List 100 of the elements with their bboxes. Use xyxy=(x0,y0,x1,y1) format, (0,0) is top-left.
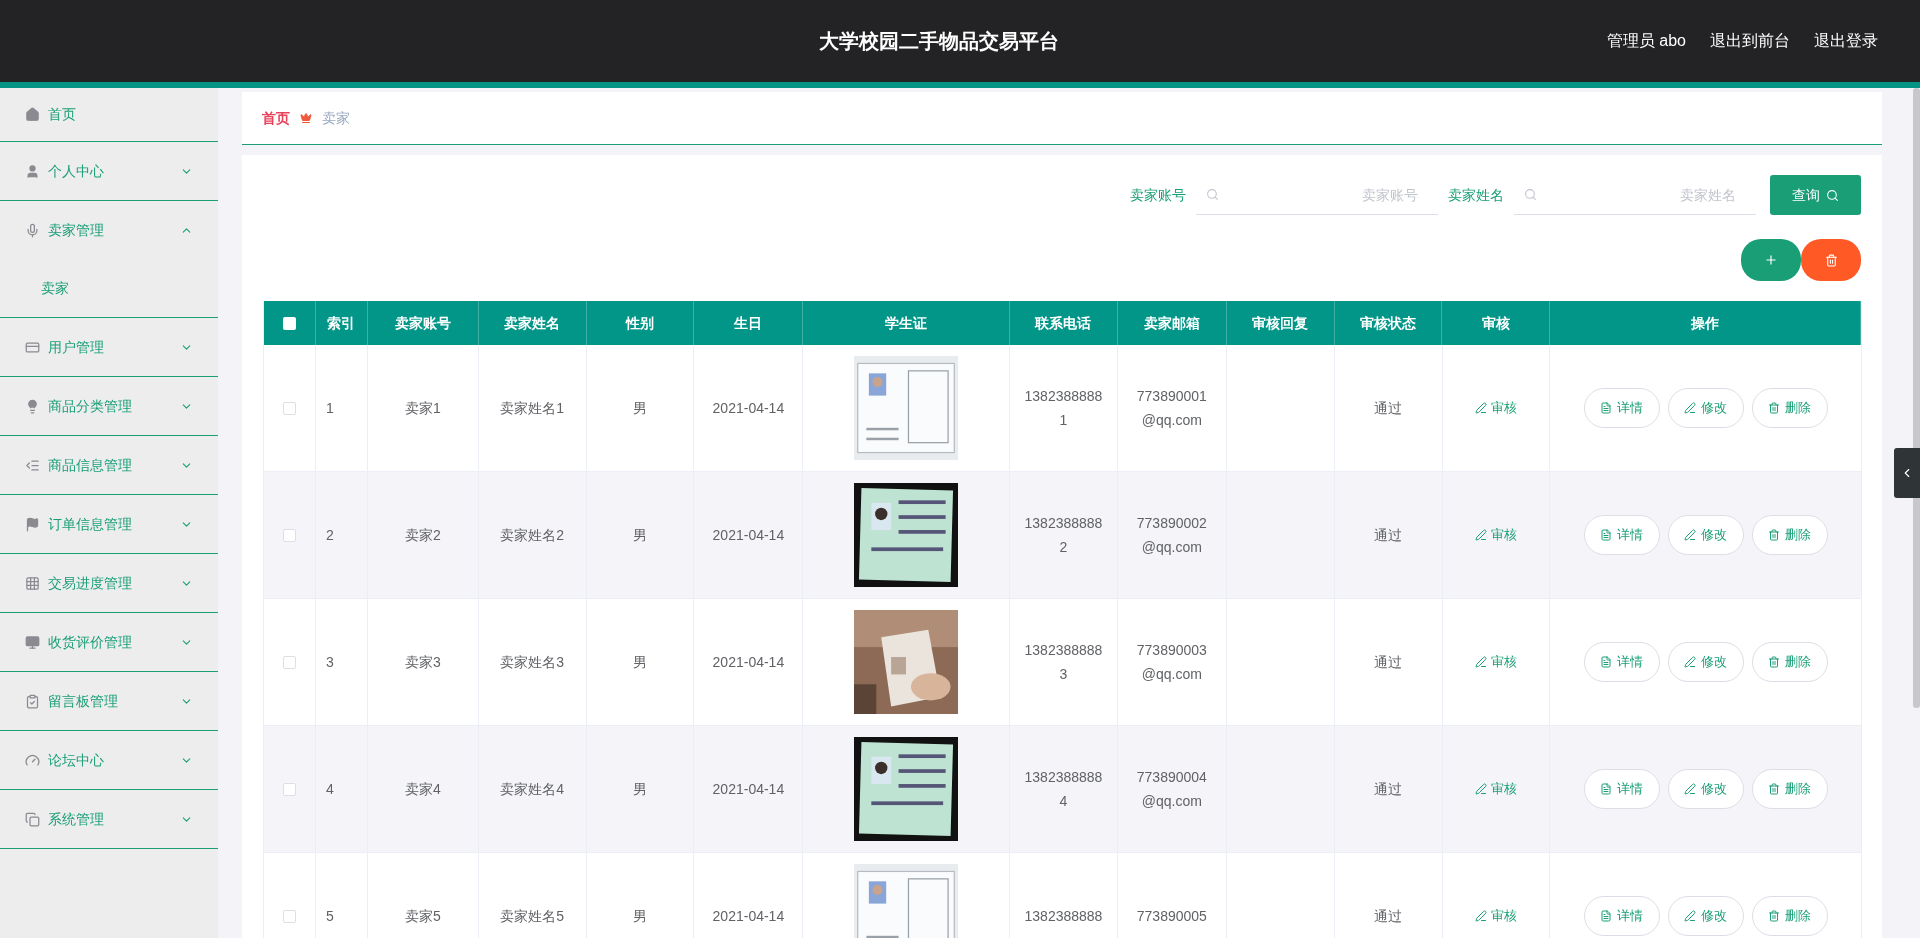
table-cell-text: 5 xyxy=(325,906,334,926)
checkbox[interactable] xyxy=(282,909,296,923)
search-button[interactable]: 查询 xyxy=(1770,175,1861,215)
pen-icon xyxy=(1684,783,1697,795)
microphone-icon xyxy=(25,222,40,238)
delete-button[interactable] xyxy=(1801,239,1861,281)
breadcrumb-link[interactable]: 首页 xyxy=(262,107,290,129)
review-link[interactable]: 审核 xyxy=(1474,398,1517,418)
table-cell-text: 卖家姓名3 xyxy=(500,652,565,672)
sidebar-item[interactable]: 订单信息管理 xyxy=(0,495,218,553)
table-cell-text: 通过 xyxy=(1374,652,1403,672)
table-cell-text: 2 xyxy=(325,525,334,545)
breadcrumb-link[interactable]: 卖家 xyxy=(322,107,350,129)
review-link[interactable]: 审核 xyxy=(1474,906,1517,926)
sidebar-item[interactable]: 卖家管理 xyxy=(0,201,218,259)
copy-icon xyxy=(25,811,40,827)
trash-icon xyxy=(1768,910,1781,922)
header-link[interactable]: 退出登录 xyxy=(1814,29,1878,53)
table-cell-text: 男 xyxy=(633,779,648,799)
sidebar-item[interactable]: 首页 xyxy=(0,88,218,141)
table-cell-text: 通过 xyxy=(1374,779,1403,799)
table-cell-text: 2021-04-14 xyxy=(712,779,785,799)
table-cell-text: 卖家4 xyxy=(404,779,441,799)
action-button[interactable]: 删除 xyxy=(1751,388,1828,428)
admin-name: 管理员 abo xyxy=(1606,31,1686,51)
action-button[interactable]: 详情 xyxy=(1583,896,1660,936)
action-button[interactable]: 删除 xyxy=(1751,896,1828,936)
site-title: 大学校园二手物品交易平台 xyxy=(819,29,1059,54)
action-button[interactable]: 删除 xyxy=(1751,769,1828,809)
pen-icon xyxy=(1474,402,1487,414)
review-link[interactable]: 审核 xyxy=(1474,779,1517,799)
add-button[interactable] xyxy=(1741,239,1801,281)
card-icon xyxy=(25,339,40,355)
pen-icon xyxy=(1684,656,1697,668)
table-cell-text: 2021-04-14 xyxy=(712,906,785,926)
sidebar-item[interactable]: 交易进度管理 xyxy=(0,554,218,612)
pen-icon xyxy=(1684,910,1697,922)
sidebar-item[interactable]: 留言板管理 xyxy=(0,672,218,730)
plus-icon xyxy=(1764,253,1778,267)
search-icon xyxy=(1826,188,1839,202)
action-button[interactable]: 详情 xyxy=(1583,388,1660,428)
document-icon xyxy=(1600,656,1613,668)
table-cell-text: 卖家3 xyxy=(404,652,441,672)
sidebar-subitem[interactable]: 卖家 xyxy=(0,259,218,317)
search-field[interactable]: 卖家姓名 xyxy=(1514,175,1756,215)
search-icon xyxy=(1524,188,1537,201)
collapse-tab[interactable] xyxy=(1894,448,1920,498)
action-button[interactable]: 删除 xyxy=(1751,642,1828,682)
table-cell-text: 通过 xyxy=(1374,906,1403,926)
table-cell-text: 13823888884 xyxy=(1023,768,1104,811)
clipboard-icon xyxy=(25,693,40,709)
table-cell-text: 卖家姓名5 xyxy=(500,906,565,926)
review-link[interactable]: 审核 xyxy=(1474,652,1517,672)
checkbox[interactable] xyxy=(282,401,296,415)
document-icon xyxy=(1600,529,1613,541)
sidebar-item[interactable]: 系统管理 xyxy=(0,790,218,848)
table-cell-text: 男 xyxy=(633,525,648,545)
table-cell-text: 通过 xyxy=(1374,398,1403,418)
checkbox[interactable] xyxy=(282,782,296,796)
sidebar-item[interactable]: 用户管理 xyxy=(0,318,218,376)
action-button[interactable]: 修改 xyxy=(1667,896,1744,936)
action-button[interactable]: 删除 xyxy=(1751,515,1828,555)
table-cell-text: 卖家2 xyxy=(404,525,441,545)
table-cell-text: 男 xyxy=(633,906,648,926)
review-link[interactable]: 审核 xyxy=(1474,525,1517,545)
header-link[interactable]: 退出到前台 xyxy=(1710,29,1790,53)
search-label: 卖家账号 xyxy=(1130,185,1186,205)
action-button[interactable]: 修改 xyxy=(1667,388,1744,428)
search-label: 卖家姓名 xyxy=(1448,185,1504,205)
list-icon xyxy=(25,457,40,473)
sidebar-item[interactable]: 商品分类管理 xyxy=(0,377,218,435)
lightbulb-icon xyxy=(25,398,40,414)
table-cell-text: 2021-04-14 xyxy=(712,652,785,672)
gauge-icon xyxy=(25,752,40,768)
action-button[interactable]: 修改 xyxy=(1667,642,1744,682)
checkbox[interactable] xyxy=(282,316,296,330)
checkbox[interactable] xyxy=(282,655,296,669)
table-cell-text: 773890004@qq.com xyxy=(1135,768,1208,811)
pen-icon xyxy=(1474,783,1487,795)
table-cell-text: 13823888881 xyxy=(1023,387,1104,430)
document-icon xyxy=(1600,910,1613,922)
action-button[interactable]: 详情 xyxy=(1583,642,1660,682)
flag-icon xyxy=(25,516,40,532)
sidebar-item[interactable]: 收货评价管理 xyxy=(0,613,218,671)
action-button[interactable]: 详情 xyxy=(1583,769,1660,809)
action-button[interactable]: 修改 xyxy=(1667,515,1744,555)
search-field[interactable]: 卖家账号 xyxy=(1196,175,1438,215)
trash-icon xyxy=(1768,656,1781,668)
sidebar-item[interactable]: 论坛中心 xyxy=(0,731,218,789)
sidebar-item[interactable]: 个人中心 xyxy=(0,142,218,200)
table-cell-text: 卖家姓名2 xyxy=(500,525,565,545)
table-cell-text: 773890003@qq.com xyxy=(1135,641,1208,684)
action-button[interactable]: 详情 xyxy=(1583,515,1660,555)
sidebar-item[interactable]: 商品信息管理 xyxy=(0,436,218,494)
table-cell-text: 13823888883 xyxy=(1023,641,1104,684)
pen-icon xyxy=(1684,529,1697,541)
checkbox[interactable] xyxy=(282,528,296,542)
action-button[interactable]: 修改 xyxy=(1667,769,1744,809)
table-cell-text: 773890002@qq.com xyxy=(1135,514,1208,557)
user-icon xyxy=(25,163,40,179)
